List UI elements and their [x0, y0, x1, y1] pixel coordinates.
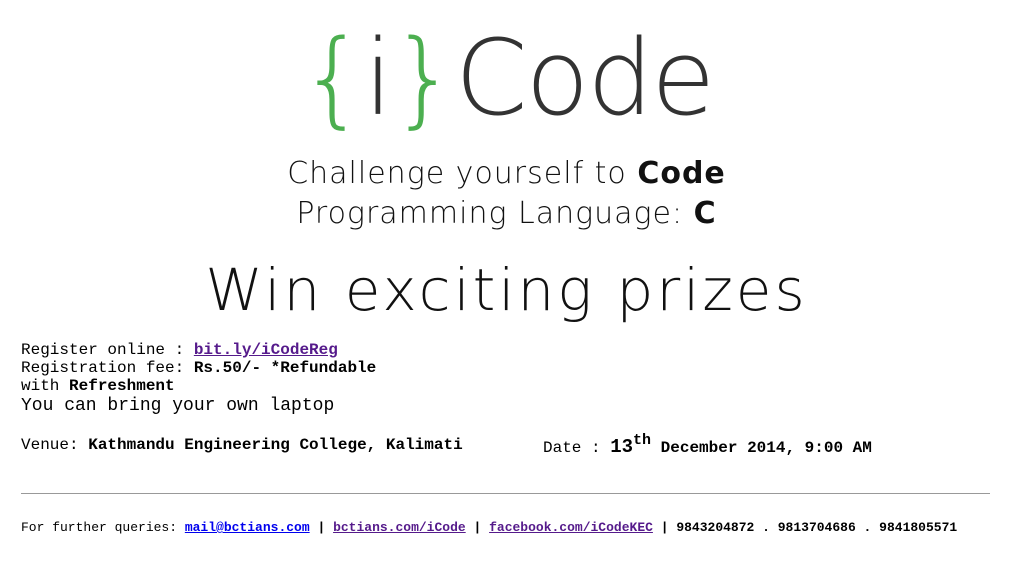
footer-separator-3: | — [652, 520, 677, 535]
phone-numbers: 9843204872 . 9813704686 . 9841805571 — [676, 520, 958, 535]
date-row: Date : 13th December 2014, 9:00 AM — [543, 432, 872, 458]
date-label: Date : — [543, 439, 611, 457]
laptop-note: You can bring your own laptop — [21, 396, 335, 416]
register-link[interactable]: bit.ly/iCodeReg — [194, 341, 338, 359]
register-label: Register online : — [21, 341, 194, 359]
email-link[interactable]: mail@bctians.com — [185, 520, 310, 535]
venue-label: Venue: — [21, 436, 89, 454]
tagline-line-2-text: Programming Language: — [296, 196, 694, 231]
venue-value: Kathmandu Engineering College, Kalimati — [88, 436, 463, 454]
registration-details: Register online : bit.ly/iCodeReg Regist… — [21, 341, 376, 417]
tagline-line-1: Challenge yourself to Code — [0, 156, 1013, 191]
tagline-line-1-text: Challenge yourself to — [287, 156, 638, 191]
date-day: 13 — [610, 436, 634, 458]
logo-i-letter: i — [363, 17, 393, 139]
venue-row: Venue: Kathmandu Engineering College, Ka… — [21, 436, 463, 454]
icode-logo: {i}Code — [0, 18, 1013, 138]
fee-row: Registration fee: Rs.50/- *Refundable — [21, 359, 376, 377]
fee-label: Registration fee: — [21, 359, 194, 377]
footer-label: For further queries: — [21, 520, 185, 535]
logo-word: Code — [455, 17, 715, 139]
fee-value: Rs.50/- *Refundable — [193, 359, 377, 377]
refreshment-value: Refreshment — [69, 377, 175, 395]
tagline-line-1-bold: Code — [637, 156, 726, 191]
with-label: with — [21, 377, 70, 395]
tagline-line-2-bold: C — [693, 196, 717, 231]
refreshment-row: with Refreshment — [21, 377, 376, 395]
date-suffix: th — [633, 432, 652, 449]
website-link[interactable]: bctians.com/iCode — [333, 520, 466, 535]
facebook-link[interactable]: facebook.com/iCodeKEC — [489, 520, 653, 535]
date-rest: December 2014, 9:00 AM — [651, 439, 872, 457]
logo-open-brace: { — [299, 17, 366, 139]
tagline-line-2: Programming Language: C — [0, 196, 1013, 231]
divider — [21, 493, 990, 494]
logo-close-brace: } — [390, 17, 457, 139]
register-row: Register online : bit.ly/iCodeReg — [21, 341, 376, 359]
footer: For further queries: mail@bctians.com | … — [21, 520, 957, 535]
footer-separator-1: | — [309, 520, 334, 535]
headline: Win exciting prizes — [205, 256, 808, 324]
footer-separator-2: | — [465, 520, 490, 535]
